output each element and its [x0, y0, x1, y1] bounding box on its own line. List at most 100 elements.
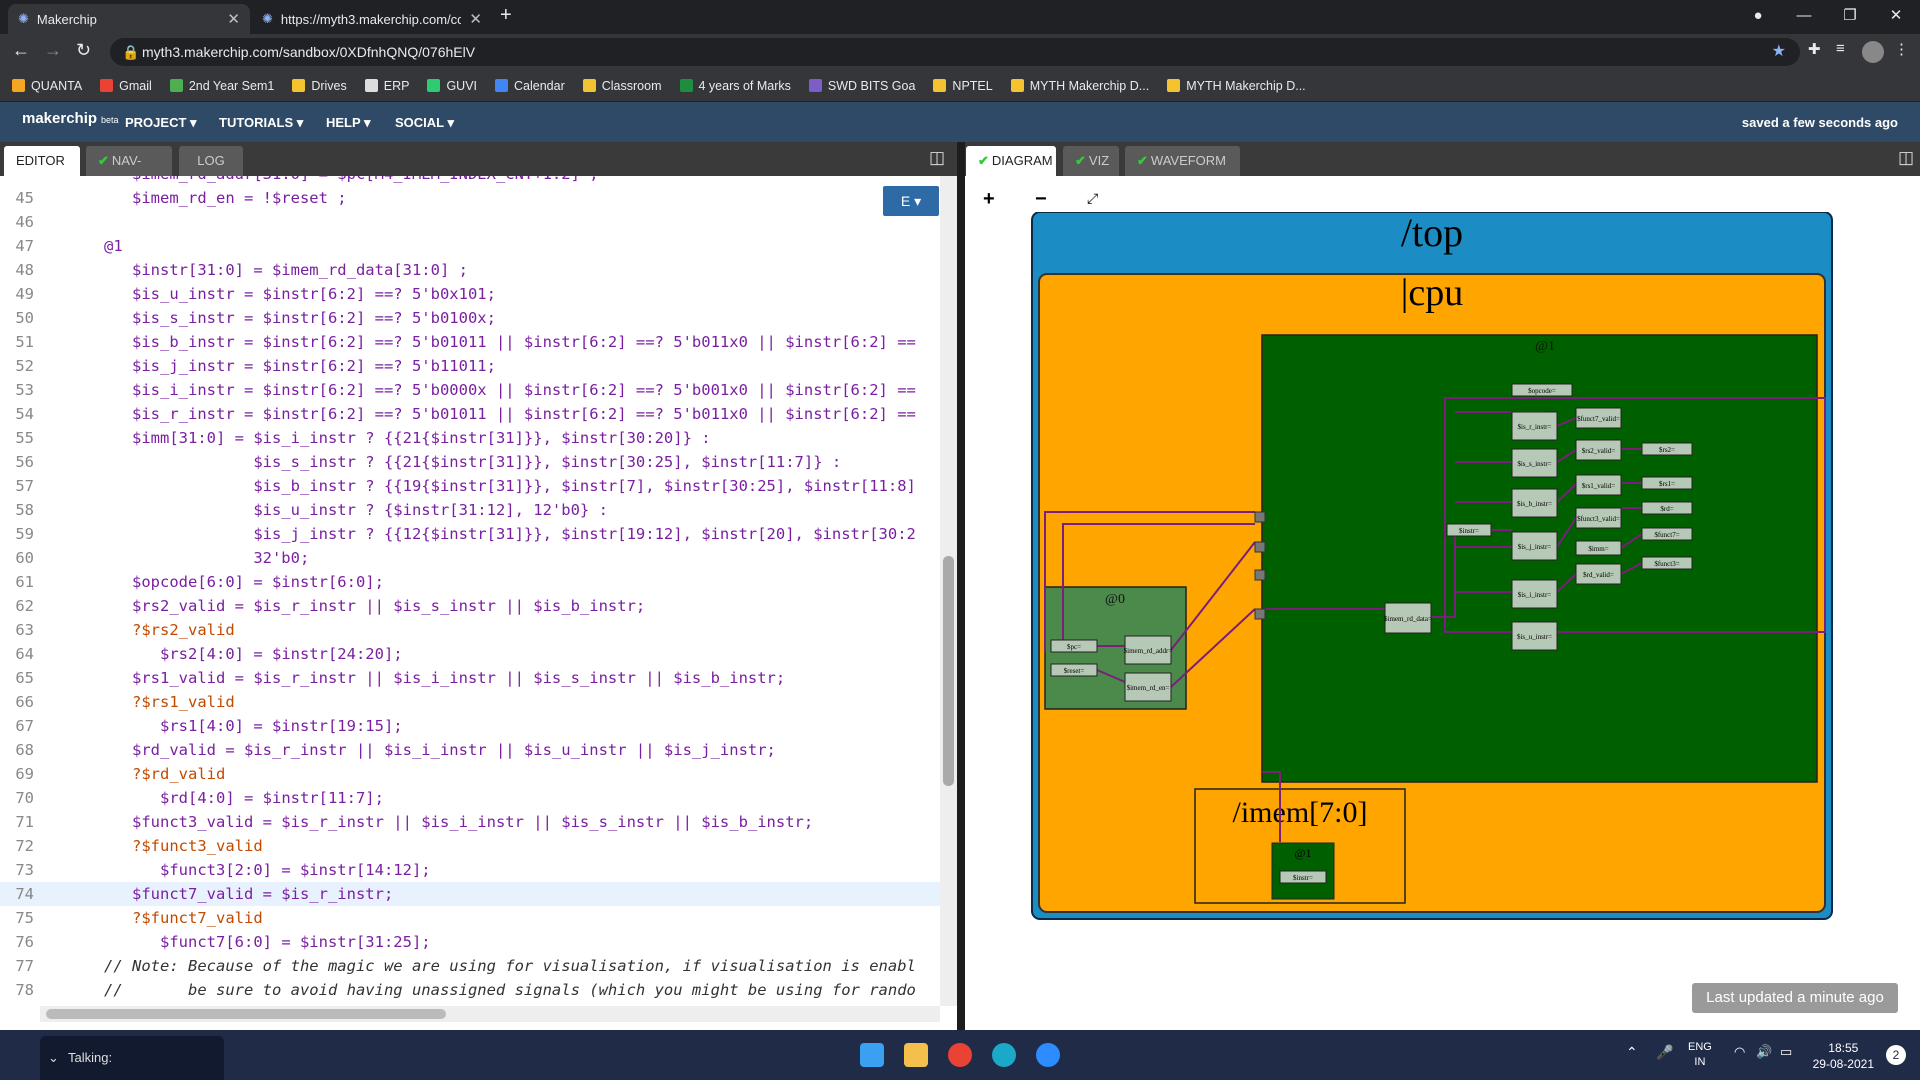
zoom-out-button[interactable]: − [1035, 188, 1047, 211]
node-signal-label: $opcode= [1528, 387, 1556, 395]
code-text: $is_i_instr = $instr[6:2] ==? 5'b0000x |… [132, 381, 916, 399]
browser-tab-makerchip[interactable]: ✺ Makerchip ✕ [8, 4, 250, 34]
zoom-icon[interactable] [1036, 1043, 1060, 1067]
menu-social[interactable]: SOCIAL ▾ [395, 115, 454, 131]
bookmark-item[interactable]: MYTH Makerchip D... [1167, 79, 1306, 93]
pipeline-diagram[interactable]: /top |cpu @1 @0 /imem[7:0] @1 $pc= $reset… [1025, 212, 1835, 922]
bookmark-item[interactable]: 2nd Year Sem1 [169, 79, 274, 93]
code-text: $is_b_instr = $instr[6:2] ==? 5'b01011 |… [132, 333, 916, 351]
menu-project[interactable]: PROJECT ▾ [125, 115, 197, 131]
zoom-in-button[interactable]: + [983, 188, 995, 211]
bookmark-folder-icon [292, 79, 306, 92]
restore-icon[interactable]: ❐ [1827, 0, 1873, 32]
bookmark-item[interactable]: Drives [292, 79, 347, 93]
bookmark-item[interactable]: GUVI [427, 79, 477, 93]
top-label: /top [1401, 212, 1463, 255]
notification-badge[interactable]: 2 [1886, 1045, 1906, 1065]
bookmark-item[interactable]: Gmail [100, 79, 152, 93]
port-marker [1254, 541, 1266, 553]
bookmark-item[interactable]: Calendar [495, 79, 565, 93]
line-number: 79 [0, 1002, 34, 1006]
node-signal-label: $rs1= [1659, 480, 1675, 488]
language-indicator[interactable]: ENG IN [1688, 1040, 1712, 1070]
pane-divider[interactable] [957, 142, 965, 1030]
bookmark-item[interactable]: 4 years of Marks [679, 79, 791, 93]
more-menu-icon[interactable]: ⋮ [1894, 40, 1909, 58]
code-line: 76 $funct7[6:0] = $instr[31:25]; [0, 930, 940, 954]
close-window-icon[interactable]: ✕ [1873, 0, 1919, 32]
reload-icon[interactable]: ↻ [76, 40, 91, 61]
line-number: 47 [15, 237, 34, 255]
minimize-icon[interactable]: — [1781, 0, 1827, 32]
split-pane-icon[interactable]: ◫ [929, 148, 945, 168]
bookmark-label: SWD BITS Goa [827, 78, 916, 93]
tab-log[interactable]: LOG [179, 146, 243, 176]
menu-help[interactable]: HELP ▾ [326, 115, 371, 131]
split-pane-icon[interactable]: ◫ [1898, 148, 1914, 168]
battery-icon[interactable]: ▭ [1780, 1044, 1792, 1060]
browser-tab-strip: ✺ Makerchip ✕ ✺ https://myth3.makerchip.… [0, 0, 1920, 34]
code-line: 56 $is_s_instr ? {{21{$instr[31]}}, $ins… [0, 450, 940, 474]
tab-viz[interactable]: ✔ VIZ [1063, 146, 1119, 176]
bookmark-star-icon[interactable]: ★ [1772, 38, 1786, 66]
wifi-icon[interactable]: ◠ [1734, 1044, 1745, 1060]
code-editor[interactable]: $imem_rd_addr[31:0] = $pc[M4_IMEM_INDEX_… [0, 176, 940, 1006]
bookmark-item[interactable]: Classroom [582, 79, 662, 93]
code-line: 46 [0, 210, 940, 234]
file-explorer-icon[interactable] [904, 1043, 928, 1067]
profile-dot-icon[interactable]: ● [1735, 0, 1781, 32]
horizontal-scrollbar[interactable] [40, 1006, 940, 1022]
avatar[interactable] [1862, 41, 1884, 63]
windows-start-icon[interactable] [860, 1043, 884, 1067]
code-text: $rs2_valid = $is_r_instr || $is_s_instr … [132, 597, 646, 615]
code-text: $rs2[4:0] = $instr[24:20]; [160, 645, 403, 663]
port-marker [1254, 608, 1266, 620]
close-tab-icon[interactable]: ✕ [469, 10, 482, 28]
reading-list-icon[interactable]: ≡ [1836, 40, 1845, 57]
system-clock[interactable]: 18:55 29-08-2021 [1813, 1040, 1874, 1072]
microphone-icon[interactable]: 🎤 [1656, 1044, 1673, 1061]
forward-icon[interactable]: → [44, 40, 62, 61]
code-line: 72 ?$funct3_valid [0, 834, 940, 858]
volume-icon[interactable]: 🔊 [1756, 1044, 1772, 1060]
extensions-icon[interactable]: ✚ [1808, 40, 1821, 58]
editor-options-button[interactable]: E ▾ [883, 186, 939, 216]
port-marker [1254, 511, 1266, 523]
fit-view-icon[interactable]: ⤢ [1087, 190, 1098, 207]
url-text: myth3.makerchip.com/sandbox/0XDfnhQNQ/07… [142, 44, 476, 60]
node-signal-label: $is_s_instr= [1517, 460, 1551, 468]
bookmark-folder-icon [1010, 79, 1024, 92]
back-icon[interactable]: ← [12, 40, 30, 61]
menu-tutorials[interactable]: TUTORIALS ▾ [219, 115, 303, 131]
bookmark-folder-icon [100, 79, 114, 92]
makerchip-header: makerchip beta PROJECT ▾ TUTORIALS ▾ HELP… [0, 102, 1920, 142]
code-text: $funct7[6:0] = $instr[31:25]; [160, 933, 431, 951]
bookmark-item[interactable]: NPTEL [933, 79, 993, 93]
edge-icon[interactable] [992, 1043, 1016, 1067]
line-number: 73 [15, 861, 34, 879]
chevron-up-icon[interactable]: ⌃ [1626, 1044, 1638, 1061]
line-number: 68 [15, 741, 34, 759]
close-tab-icon[interactable]: ✕ [227, 10, 240, 28]
makerchip-logo[interactable]: makerchip beta [22, 110, 119, 127]
bookmark-item[interactable]: QUANTA [12, 79, 82, 93]
vertical-scrollbar[interactable] [940, 176, 957, 1006]
code-text: ?$rs2_valid [132, 621, 235, 639]
talking-indicator[interactable]: ⌄ Talking: [40, 1036, 224, 1080]
bookmark-item[interactable]: ERP [364, 79, 409, 93]
chrome-icon[interactable] [948, 1043, 972, 1067]
code-text: $is_s_instr ? {{21{$instr[31]}}, $instr[… [132, 453, 842, 471]
address-bar[interactable]: 🔒 myth3.makerchip.com/sandbox/0XDfnhQNQ/… [110, 38, 1800, 66]
browser-tab-url[interactable]: ✺ https://myth3.makerchip.com/cc ✕ [252, 4, 492, 34]
tab-waveform[interactable]: ✔ WAVEFORM [1125, 146, 1240, 176]
new-tab-button[interactable]: + [500, 4, 512, 27]
node-signal-label: $imm= [1588, 545, 1608, 553]
bookmark-item[interactable]: MYTH Makerchip D... [1010, 79, 1149, 93]
bookmark-item[interactable]: SWD BITS Goa [808, 78, 916, 93]
bookmark-label: GUVI [446, 78, 478, 93]
tab-diagram[interactable]: ✔ DIAGRAM [966, 146, 1056, 176]
bookmark-folder-icon [427, 79, 441, 92]
line-number: 78 [15, 981, 34, 999]
tab-nav-tlv[interactable]: ✔NAV-TLV [86, 146, 172, 198]
tab-editor[interactable]: EDITOR [4, 146, 80, 176]
